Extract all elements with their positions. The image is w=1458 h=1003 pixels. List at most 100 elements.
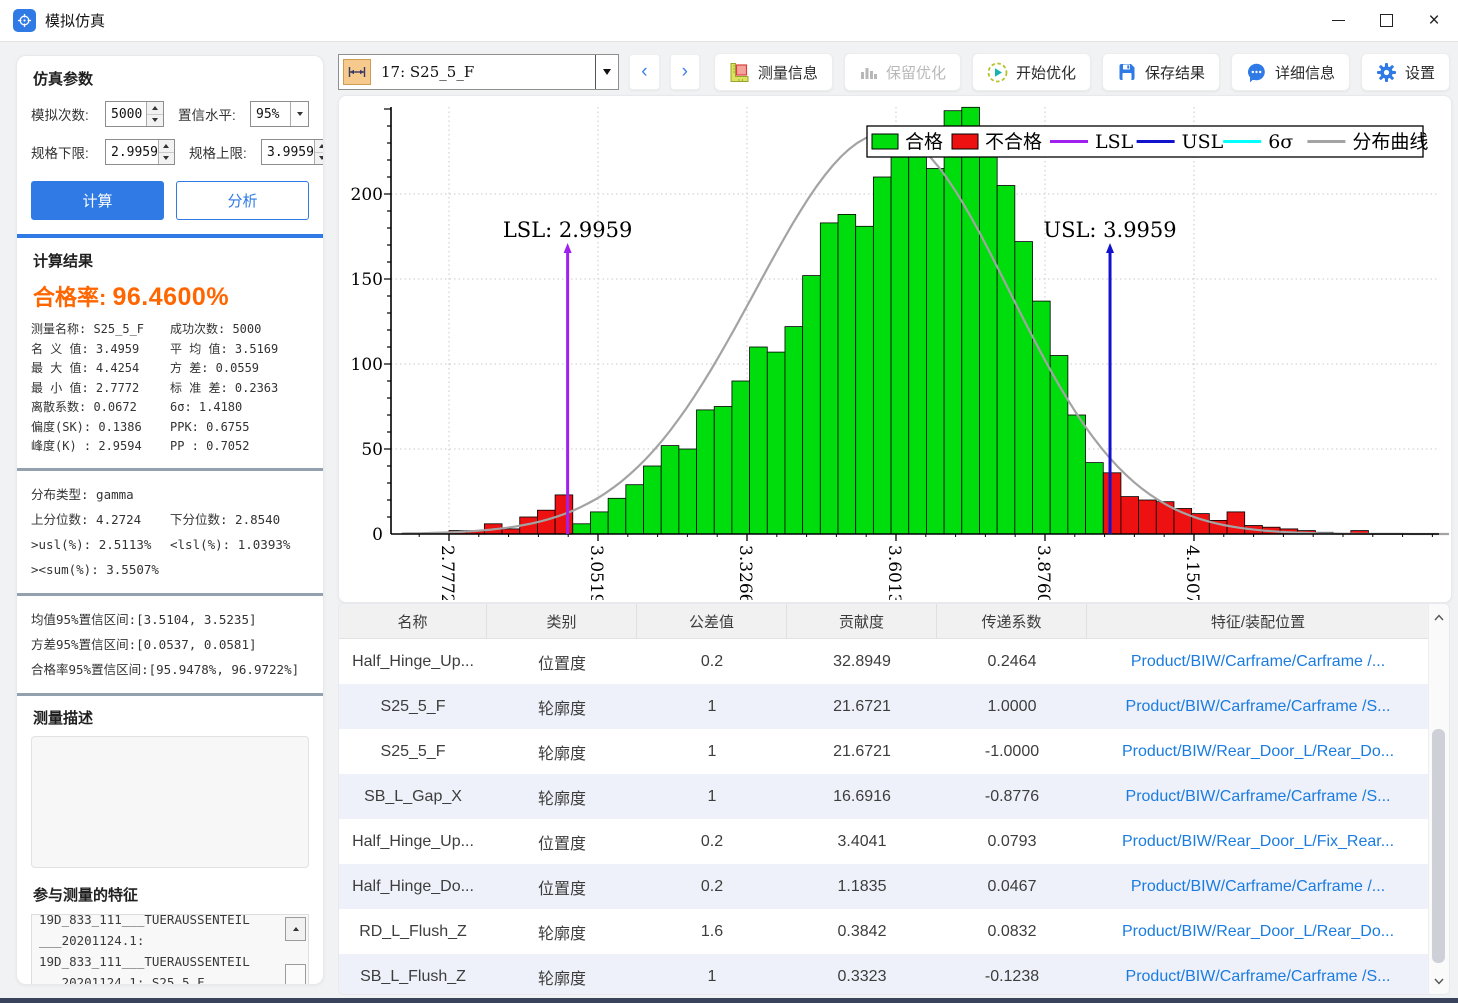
table-cell: 轮廓度: [487, 785, 637, 809]
svg-text:2.7772: 2.7772: [437, 545, 457, 600]
titlebar: 模拟仿真 ×: [0, 0, 1458, 42]
close-button[interactable]: ×: [1410, 0, 1458, 41]
separator: [17, 468, 323, 471]
keep-optimize-button[interactable]: 保留优化: [844, 53, 961, 91]
spin-up-button[interactable]: [147, 102, 163, 115]
next-measurement-button[interactable]: ›: [670, 54, 700, 90]
table-row[interactable]: Half_Hinge_Up...位置度0.232.89490.2464Produ…: [339, 639, 1449, 684]
spin-up-button[interactable]: [159, 140, 174, 153]
confidence-dropdown[interactable]: 95%: [250, 101, 309, 127]
settings-button[interactable]: 设置: [1361, 53, 1450, 91]
distribution-row: 分布类型: gamma: [31, 482, 309, 507]
params-title: 仿真参数: [33, 68, 307, 89]
save-icon: [1117, 62, 1137, 82]
stats-right-column: 成功次数: 5000平 均 值: 3.5169方 差: 0.0559标 准 差:…: [170, 320, 309, 457]
confidence-label: 置信水平:: [178, 104, 250, 124]
maximize-button[interactable]: [1362, 0, 1410, 41]
distribution-item: 上分位数: 4.2724: [31, 507, 170, 532]
prev-measurement-button[interactable]: ‹: [629, 54, 659, 90]
feature-link[interactable]: Product/BIW/Rear_Door_L/Rear_Do...: [1087, 923, 1429, 941]
table-row[interactable]: Half_Hinge_Do...位置度0.21.18350.0467Produc…: [339, 864, 1449, 909]
separator: [17, 234, 323, 238]
features-textarea[interactable]: 19D_833_111___TUERAUSSENTEIL ___20201124…: [31, 914, 309, 986]
column-header[interactable]: 公差值: [637, 604, 787, 638]
usl-line-label: USL: 3.9959: [1043, 218, 1176, 242]
table-row[interactable]: SB_L_Flush_Z轮廓度10.3323-0.1238Product/BIW…: [339, 954, 1449, 995]
minimize-button[interactable]: [1314, 0, 1362, 41]
sim-count-spinner[interactable]: 5000: [105, 101, 164, 127]
stat-line: 测量名称: S25_5_F: [31, 320, 170, 340]
selected-measurement: 17: S25_5_F: [381, 63, 474, 81]
dropdown-arrow-icon[interactable]: [290, 102, 308, 126]
feature-link[interactable]: Product/BIW/Rear_Door_L/Fix_Rear...: [1087, 833, 1429, 851]
features-scrollbar[interactable]: [285, 917, 306, 986]
distribution-item: >usl(%): 2.5113%: [31, 532, 170, 557]
svg-text:3.6013: 3.6013: [884, 545, 904, 600]
scroll-up-button[interactable]: [1429, 606, 1449, 628]
column-header[interactable]: 类别: [487, 604, 637, 638]
confidence-interval-line: 方差95%置信区间:[0.0537, 0.0581]: [31, 632, 309, 657]
table-row[interactable]: Half_Hinge_Up...位置度0.23.40410.0793Produc…: [339, 819, 1449, 864]
separator: [17, 593, 323, 596]
detail-info-button[interactable]: 详细信息: [1231, 53, 1350, 91]
feature-link[interactable]: Product/BIW/Carframe/Carframe /S...: [1087, 788, 1429, 806]
spin-down-button[interactable]: [315, 153, 324, 165]
distribution-item: 下分位数: 2.8540: [170, 507, 309, 532]
table-cell: 1: [637, 788, 787, 806]
table-scrollbar[interactable]: [1428, 604, 1449, 994]
table-cell: -0.1238: [937, 968, 1087, 986]
start-optimize-button[interactable]: 开始优化: [972, 53, 1091, 91]
spec-lower-spinner[interactable]: 2.9959: [105, 139, 175, 165]
analyze-button[interactable]: 分析: [176, 181, 309, 220]
scroll-up-button[interactable]: [285, 917, 306, 941]
svg-text:分布曲线: 分布曲线: [1352, 131, 1428, 153]
stat-line: 离散系数: 0.0672: [31, 398, 170, 418]
table-row[interactable]: S25_5_F轮廓度121.67211.0000Product/BIW/Carf…: [339, 684, 1449, 729]
save-results-button[interactable]: 保存结果: [1102, 53, 1220, 91]
table-row[interactable]: RD_L_Flush_Z轮廓度1.60.38420.0832Product/BI…: [339, 909, 1449, 954]
calculate-button[interactable]: 计算: [31, 181, 164, 220]
table-row[interactable]: SB_L_Gap_X轮廓度116.6916-0.8776Product/BIW/…: [339, 774, 1449, 819]
column-header[interactable]: 名称: [339, 604, 487, 638]
maximize-icon: [1380, 14, 1393, 27]
table-cell: Half_Hinge_Up...: [339, 833, 487, 851]
play-icon: [987, 62, 1008, 83]
param-row-2: 规格下限: 2.9959 规格上限: 3.9959: [31, 139, 309, 165]
column-header[interactable]: 贡献度: [787, 604, 937, 638]
app-logo-icon: [13, 9, 36, 32]
table-cell: 轮廓度: [487, 920, 637, 944]
measurement-selector[interactable]: 17: S25_5_F: [338, 54, 619, 90]
table-cell: 1.0000: [937, 698, 1087, 716]
feature-link[interactable]: Product/BIW/Carframe/Carframe /...: [1087, 653, 1429, 671]
close-icon: ×: [1428, 11, 1439, 30]
spec-upper-spinner[interactable]: 3.9959: [261, 139, 324, 165]
table-cell: 1.1835: [787, 878, 937, 896]
spin-down-button[interactable]: [159, 153, 174, 165]
stat-line: PP : 0.7052: [170, 437, 309, 457]
table-row[interactable]: S25_5_F轮廓度121.6721-1.0000Product/BIW/Rea…: [339, 729, 1449, 774]
feature-link[interactable]: Product/BIW/Rear_Door_L/Rear_Do...: [1087, 743, 1429, 761]
contribution-table: 名称类别公差值贡献度传递系数特征/装配位置 Half_Hinge_Up...位置…: [338, 603, 1450, 995]
scrollbar-thumb[interactable]: [1432, 729, 1445, 963]
feature-link[interactable]: Product/BIW/Carframe/Carframe /S...: [1087, 698, 1429, 716]
table-cell: S25_5_F: [339, 743, 487, 761]
table-cell: 3.4041: [787, 833, 937, 851]
measure-description-field[interactable]: [31, 736, 309, 868]
table-cell: 32.8949: [787, 653, 937, 671]
spin-up-button[interactable]: [315, 140, 324, 153]
column-header[interactable]: 传递系数: [937, 604, 1087, 638]
distribution-item: <lsl(%): 1.0393%: [170, 532, 309, 557]
spin-down-button[interactable]: [147, 115, 163, 127]
combo-dropdown-arrow[interactable]: [595, 55, 618, 89]
stat-line: 偏度(SK): 0.1386: [31, 418, 170, 438]
separator: [17, 693, 323, 696]
feature-link[interactable]: Product/BIW/Carframe/Carframe /...: [1087, 878, 1429, 896]
table-cell: 21.6721: [787, 743, 937, 761]
pass-rate-label: 合格率:: [33, 285, 106, 310]
scrollbar-thumb[interactable]: [285, 964, 306, 985]
measure-info-button[interactable]: 测量信息: [714, 53, 833, 91]
scroll-down-button[interactable]: [1429, 970, 1449, 992]
chevron-down-icon: [1434, 978, 1444, 985]
feature-link[interactable]: Product/BIW/Carframe/Carframe /S...: [1087, 968, 1429, 986]
column-header[interactable]: 特征/装配位置: [1087, 604, 1429, 638]
